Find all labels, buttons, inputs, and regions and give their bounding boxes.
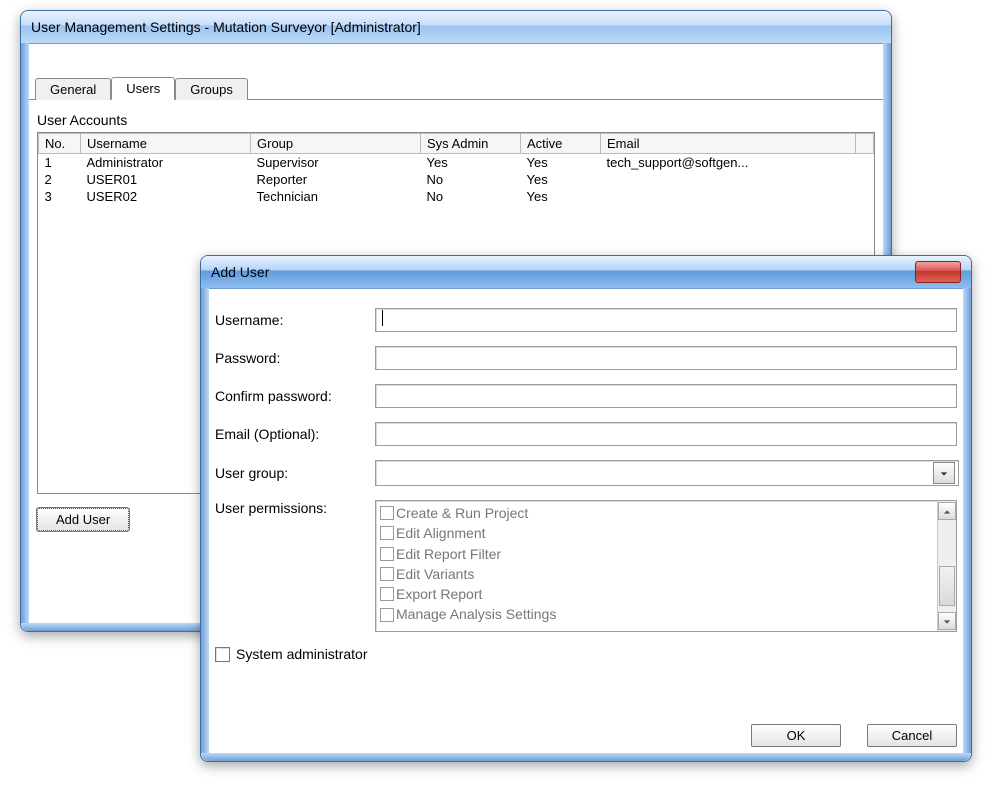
password-label: Password: [215,350,375,366]
cell-sysadmin: No [421,171,521,188]
confirm-password-input[interactable] [375,384,957,408]
cell-username: Administrator [81,154,251,172]
cell-active: Yes [521,171,601,188]
dialog-title: Add User [211,264,269,280]
cell-no: 1 [39,154,81,172]
col-sysadmin[interactable]: Sys Admin [421,134,521,154]
chevron-up-icon [943,504,951,519]
permission-label: Create & Run Project [396,503,528,523]
permission-checkbox[interactable] [380,608,394,622]
system-administrator-label: System administrator [236,646,367,662]
col-username[interactable]: Username [81,134,251,154]
table-row[interactable]: 1AdministratorSupervisorYesYestech_suppo… [39,154,874,172]
permissions-scrollbar[interactable] [937,501,956,631]
permission-checkbox[interactable] [380,506,394,520]
cell-active: Yes [521,188,601,205]
permissions-label: User permissions: [215,500,375,516]
cell-sysadmin: No [421,188,521,205]
permission-label: Manage Analysis Settings [396,604,556,624]
cell-username: USER01 [81,171,251,188]
permission-checkbox[interactable] [380,567,394,581]
cell-group: Reporter [251,171,421,188]
tabstrip: General Users Groups [29,75,883,100]
cell-username: USER02 [81,188,251,205]
scroll-thumb[interactable] [939,566,955,606]
col-group[interactable]: Group [251,134,421,154]
add-user-dialog: Add User Username: Password: Confirm pas… [200,255,972,762]
cell-active: Yes [521,154,601,172]
cell-email [601,188,856,205]
main-titlebar[interactable]: User Management Settings - Mutation Surv… [21,11,891,44]
permission-checkbox[interactable] [380,547,394,561]
table-row[interactable]: 2USER01ReporterNoYes [39,171,874,188]
permission-item[interactable]: Edit Report Filter [380,544,934,564]
permission-label: Edit Report Filter [396,544,501,564]
cell-sysadmin: Yes [421,154,521,172]
username-label: Username: [215,312,375,328]
permission-item[interactable]: Edit Variants [380,564,934,584]
scroll-down-button[interactable] [938,612,956,630]
col-email[interactable]: Email [601,134,856,154]
confirm-label: Confirm password: [215,388,375,404]
col-no[interactable]: No. [39,134,81,154]
col-spacer [856,134,874,154]
permission-checkbox[interactable] [380,587,394,601]
permission-label: Export Report [396,584,482,604]
chevron-down-icon [943,614,951,629]
cell-group: Technician [251,188,421,205]
cell-email [601,171,856,188]
permission-item[interactable]: Edit Alignment [380,523,934,543]
add-user-button[interactable]: Add User [37,508,129,531]
email-input[interactable] [375,422,957,446]
close-button[interactable] [915,261,961,283]
dialog-titlebar[interactable]: Add User [201,256,971,289]
username-input[interactable] [375,308,957,332]
tab-groups[interactable]: Groups [175,78,248,100]
permission-item[interactable]: Create & Run Project [380,503,934,523]
cell-email: tech_support@softgen... [601,154,856,172]
dialog-body: Username: Password: Confirm password: Em… [215,298,957,747]
chevron-down-icon [940,466,948,481]
user-group-select[interactable] [375,460,959,486]
permission-label: Edit Alignment [396,523,486,543]
permission-item[interactable]: Manage Analysis Settings [380,604,934,624]
accounts-label: User Accounts [37,112,883,128]
accounts-table[interactable]: No. Username Group Sys Admin Active Emai… [38,133,874,205]
cell-group: Supervisor [251,154,421,172]
permission-checkbox[interactable] [380,526,394,540]
cell-no: 3 [39,188,81,205]
col-active[interactable]: Active [521,134,601,154]
cancel-button[interactable]: Cancel [867,724,957,747]
ok-button[interactable]: OK [751,724,841,747]
tab-users[interactable]: Users [111,77,175,100]
tab-general[interactable]: General [35,78,111,100]
permissions-listbox[interactable]: Create & Run ProjectEdit AlignmentEdit R… [375,500,957,632]
scroll-up-button[interactable] [938,502,956,520]
group-label: User group: [215,465,375,481]
permission-label: Edit Variants [396,564,474,584]
table-row[interactable]: 3USER02TechnicianNoYes [39,188,874,205]
system-administrator-checkbox[interactable] [215,647,230,662]
permission-item[interactable]: Export Report [380,584,934,604]
password-input[interactable] [375,346,957,370]
main-title: User Management Settings - Mutation Surv… [31,19,421,35]
email-label: Email (Optional): [215,426,375,442]
cell-no: 2 [39,171,81,188]
dropdown-button[interactable] [933,462,955,484]
